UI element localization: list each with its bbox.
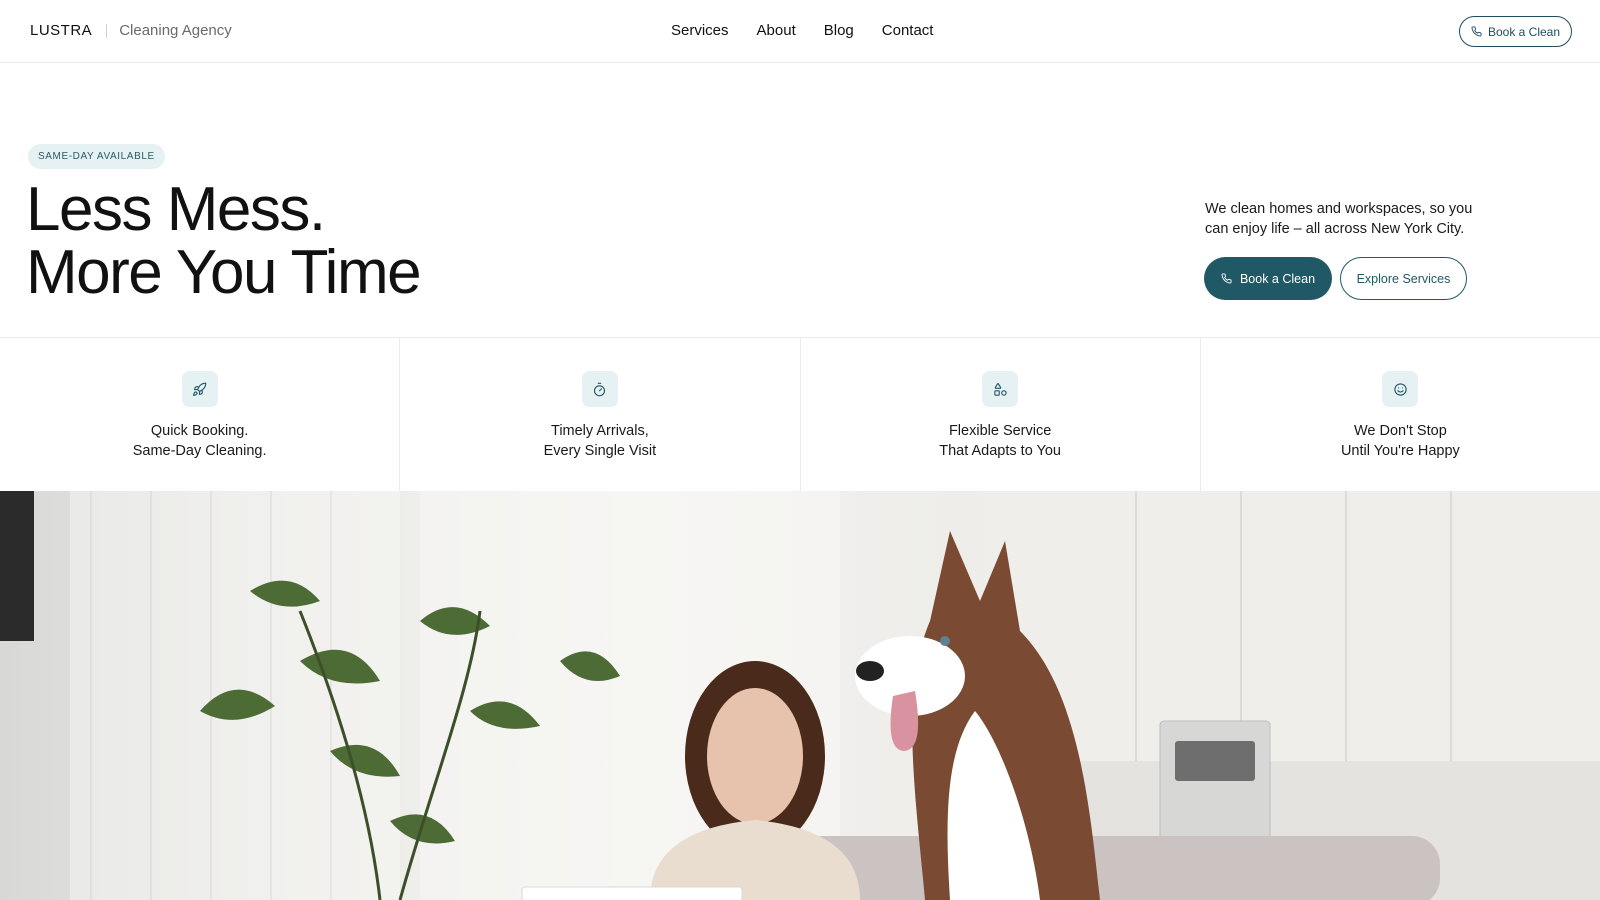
feature-subtitle: Same-Day Cleaning. [132,443,267,459]
hero-headline: Less Mess. More You Time [26,175,422,307]
feature-title: Flexible Service [948,423,1052,439]
explore-services-button[interactable]: Explore Services [1340,257,1467,300]
headline-line-1: Less Mess. [26,175,326,244]
stopwatch-icon [581,371,618,407]
brand[interactable]: LUSTRA Cleaning Agency [30,22,232,39]
feature-text: We Don't Stop Until You're Happy [1201,421,1600,461]
nav-services[interactable]: Services [671,22,729,39]
nav-about[interactable]: About [757,22,796,39]
main-nav: Services About Blog Contact [671,22,933,39]
feature-text: Quick Booking. Same-Day Cleaning. [0,421,399,461]
feature-subtitle: Every Single Visit [543,443,657,459]
header-book-button[interactable]: Book a Clean [1459,16,1572,47]
hero-description: We clean homes and workspaces, so you ca… [1205,201,1473,237]
brand-logo[interactable]: LUSTRA [30,22,92,39]
brand-tagline: Cleaning Agency [119,22,232,39]
feature-title: We Don't Stop [1353,423,1447,439]
site-header: LUSTRA Cleaning Agency Services About Bl… [0,0,1600,63]
rocket-icon [181,371,218,407]
same-day-badge: SAME-DAY AVAILABLE [28,144,165,169]
phone-icon [1471,26,1482,37]
features-strip: Quick Booking. Same-Day Cleaning. Timely… [0,337,1600,491]
shapes-icon [982,371,1019,407]
explore-services-label: Explore Services [1356,271,1451,286]
feature-title: Timely Arrivals, [551,423,649,439]
feature-item: Quick Booking. Same-Day Cleaning. [0,338,401,491]
smiley-icon [1382,371,1419,407]
feature-text: Flexible Service That Adapts to You [801,421,1200,461]
headline-line-2: More You Time [26,238,422,307]
nav-contact[interactable]: Contact [882,22,934,39]
feature-item: Timely Arrivals, Every Single Visit [400,338,801,491]
feature-subtitle: That Adapts to You [939,443,1061,459]
book-clean-label: Book a Clean [1239,271,1316,286]
hero-photo-illustration [0,491,1600,900]
feature-subtitle: Until You're Happy [1340,443,1460,459]
nav-blog[interactable]: Blog [824,22,854,39]
feature-item: We Don't Stop Until You're Happy [1201,338,1600,491]
hero-photo [0,491,1600,900]
feature-text: Timely Arrivals, Every Single Visit [400,421,799,461]
header-book-label: Book a Clean [1487,24,1561,39]
feature-item: Flexible Service That Adapts to You [801,338,1201,491]
phone-icon [1221,273,1232,284]
brand-divider [106,23,108,38]
book-clean-button[interactable]: Book a Clean [1204,257,1332,300]
feature-title: Quick Booking. [150,423,249,439]
